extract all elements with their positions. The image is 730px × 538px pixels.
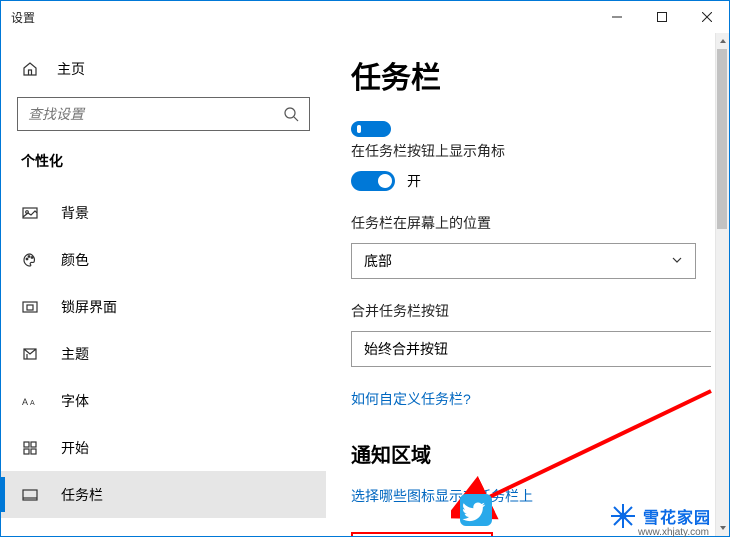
sidebar-item-lockscreen[interactable]: 锁屏界面 (1, 283, 326, 330)
start-icon (21, 439, 39, 457)
sidebar-item-taskbar[interactable]: 任务栏 (1, 471, 326, 518)
watermark-text: 雪花家园 (643, 504, 711, 528)
window-body: 主页 个性化 背景 (1, 33, 729, 536)
sidebar-item-start[interactable]: 开始 (1, 424, 326, 471)
page-title: 任务栏 (351, 53, 711, 97)
watermark-url: www.xhjaty.com (638, 527, 709, 538)
sidebar-item-background[interactable]: 背景 (1, 189, 326, 236)
search-icon (283, 106, 299, 122)
minimize-button[interactable] (594, 1, 639, 33)
window-title: 设置 (11, 9, 35, 26)
scroll-down-arrow[interactable] (716, 520, 729, 536)
sidebar-item-label: 开始 (61, 438, 89, 458)
sidebar-item-themes[interactable]: 主题 (1, 330, 326, 377)
badge-label: 在任务栏按钮上显示角标 (351, 141, 711, 161)
annotation-highlight: 打开或关闭系统图标 (351, 532, 493, 536)
titlebar: 设置 (1, 1, 729, 33)
svg-text:A: A (30, 400, 35, 407)
home-button[interactable]: 主页 (1, 53, 326, 97)
sidebar-item-label: 颜色 (61, 250, 89, 270)
sidebar: 主页 个性化 背景 (1, 33, 326, 536)
svg-text:A: A (22, 397, 28, 407)
sidebar-item-label: 任务栏 (61, 485, 103, 505)
combine-value: 始终合并按钮 (364, 339, 448, 359)
scroll-up-arrow[interactable] (716, 33, 729, 49)
picture-icon (21, 204, 39, 222)
search-input[interactable] (28, 106, 283, 122)
notification-area-heading: 通知区域 (351, 439, 711, 468)
toggle-on-text: 开 (407, 171, 421, 191)
sidebar-nav: 背景 颜色 锁屏界面 (1, 189, 326, 518)
sidebar-section-title: 个性化 (1, 151, 326, 189)
sidebar-item-colors[interactable]: 颜色 (1, 236, 326, 283)
sidebar-item-label: 背景 (61, 203, 89, 223)
search-input-container[interactable] (17, 97, 310, 131)
bird-logo-overlay (456, 490, 496, 530)
scrollbar[interactable] (715, 33, 729, 536)
select-icons-link[interactable]: 选择哪些图标显示在任务栏上 (351, 488, 533, 504)
font-icon: AA (21, 392, 39, 410)
badge-toggle-row: 开 (351, 171, 711, 191)
window-controls (594, 1, 729, 33)
home-icon (21, 60, 39, 78)
badge-toggle[interactable] (351, 171, 395, 191)
sidebar-item-label: 主题 (61, 344, 89, 364)
sidebar-item-label: 锁屏界面 (61, 297, 117, 317)
partial-toggle[interactable] (351, 121, 391, 137)
sidebar-item-fonts[interactable]: AA 字体 (1, 377, 326, 424)
palette-icon (21, 251, 39, 269)
sidebar-item-label: 字体 (61, 391, 89, 411)
customize-taskbar-link[interactable]: 如何自定义任务栏? (351, 391, 471, 407)
position-select[interactable]: 底部 (351, 243, 696, 279)
chevron-down-icon (671, 253, 683, 269)
scroll-thumb[interactable] (717, 49, 727, 229)
close-button[interactable] (684, 1, 729, 33)
theme-icon (21, 345, 39, 363)
combine-label: 合并任务栏按钮 (351, 301, 711, 321)
maximize-button[interactable] (639, 1, 684, 33)
combine-select[interactable]: 始终合并按钮 (351, 331, 711, 367)
lockscreen-icon (21, 298, 39, 316)
taskbar-icon (21, 486, 39, 504)
watermark: 雪花家园 (609, 502, 711, 530)
position-value: 底部 (364, 251, 392, 271)
settings-window: 设置 主页 (0, 0, 730, 537)
snowflake-icon (609, 502, 637, 530)
home-label: 主页 (57, 59, 85, 79)
content-area: 任务栏 在任务栏按钮上显示角标 开 任务栏在屏幕上的位置 底部 合并任务栏按钮 … (326, 33, 729, 536)
position-label: 任务栏在屏幕上的位置 (351, 213, 711, 233)
